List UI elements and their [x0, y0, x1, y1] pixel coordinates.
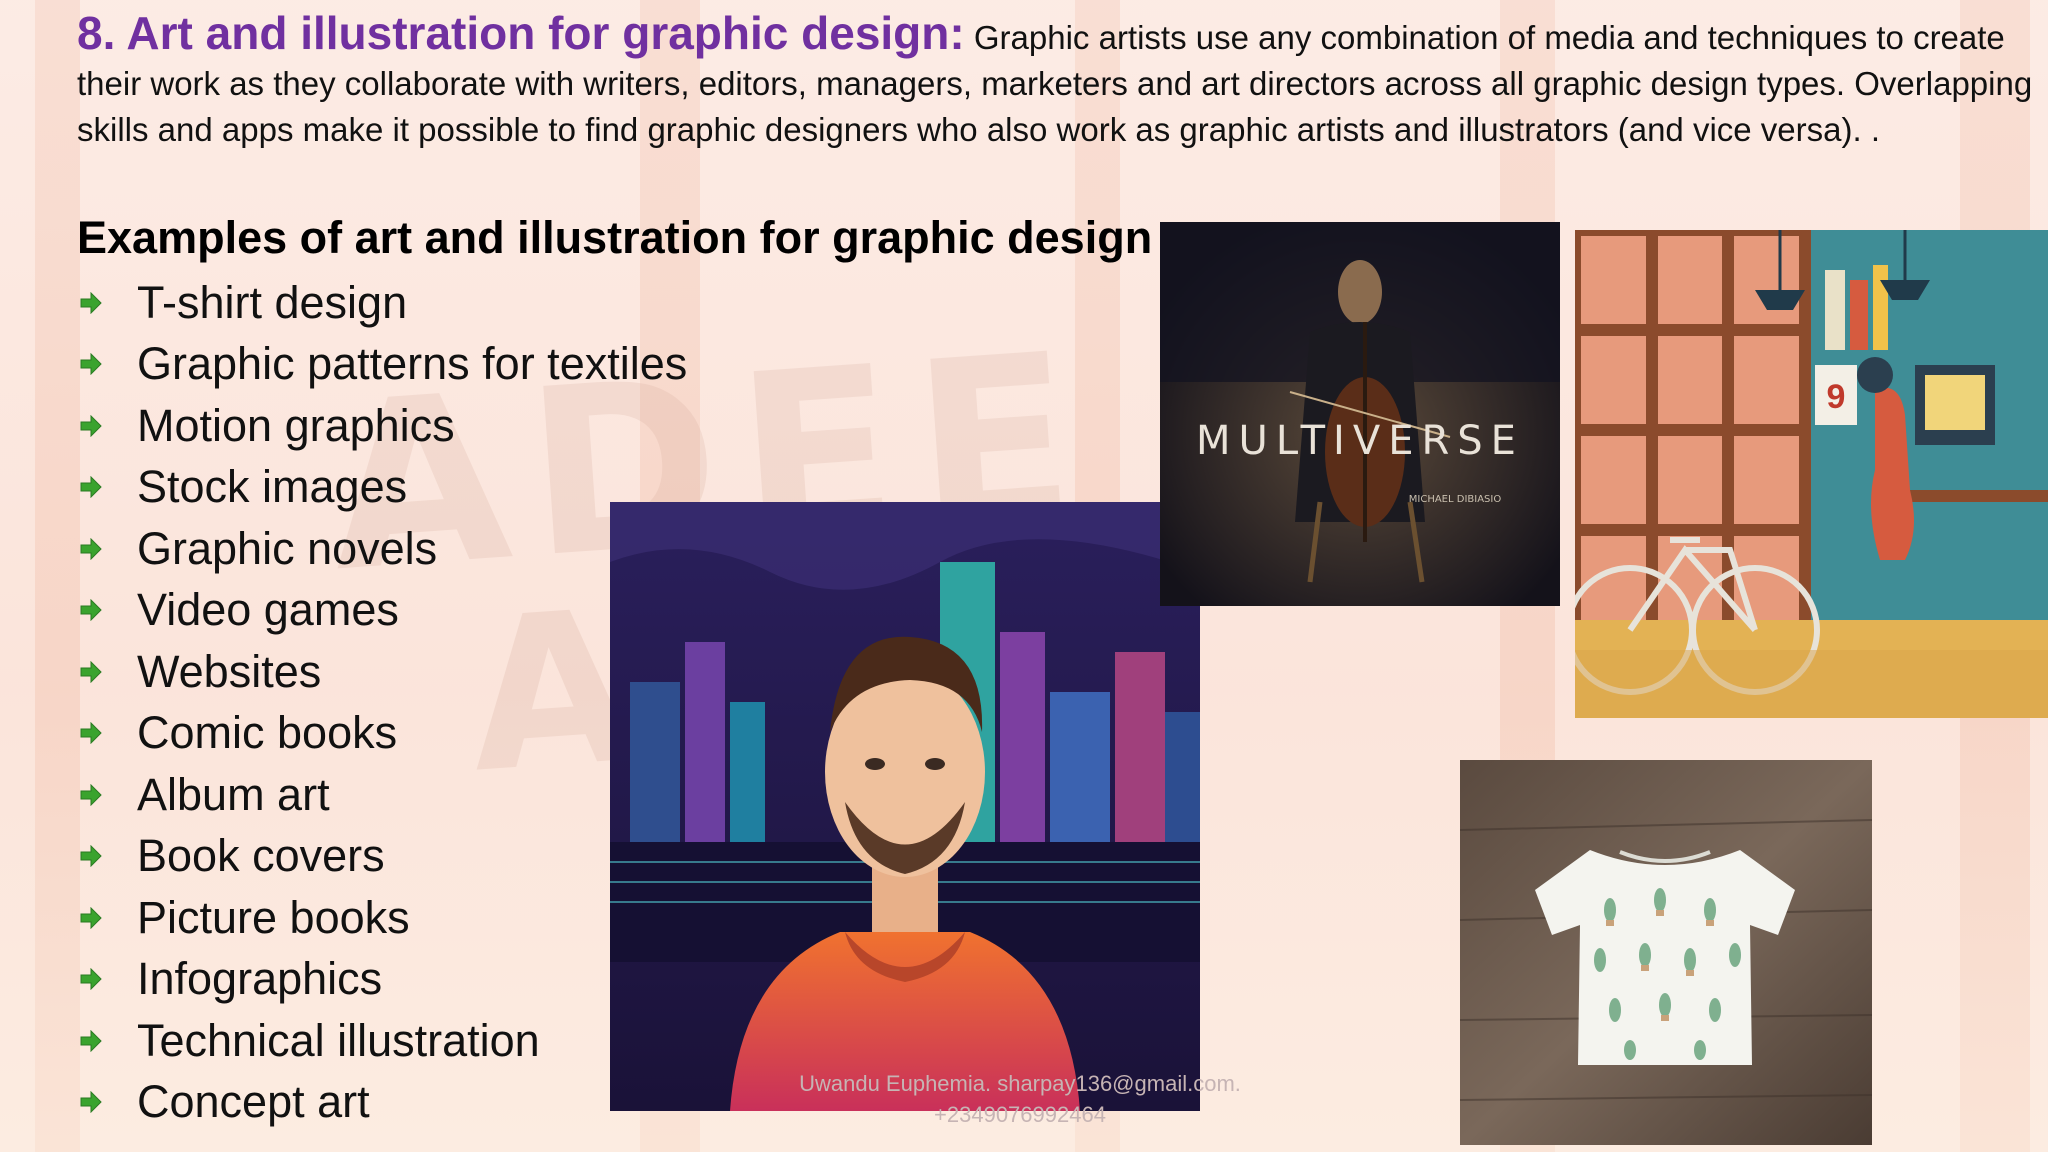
intro-block: 8. Art and illustration for graphic desi…	[77, 10, 2042, 153]
footer-contact: Uwandu Euphemia. sharpay136@gmail.com.	[799, 1071, 1241, 1096]
list-item: Stock images	[80, 457, 687, 519]
green-arrow-icon	[80, 906, 102, 929]
list-item: Graphic patterns for textiles	[80, 334, 687, 396]
green-arrow-icon	[80, 476, 102, 499]
list-item: Comic books	[80, 703, 687, 765]
list-item: Picture books	[80, 887, 687, 949]
multiverse-artist: MICHAEL DIBIASIO	[1409, 494, 1502, 505]
list-item-label: Concept art	[137, 1076, 370, 1128]
green-arrow-icon	[80, 537, 102, 560]
green-arrow-icon	[80, 599, 102, 622]
intro-paragraph: 8. Art and illustration for graphic desi…	[77, 10, 2042, 153]
list-item: T-shirt design	[80, 272, 687, 334]
list-item: Infographics	[80, 949, 687, 1011]
green-arrow-icon	[80, 968, 102, 991]
footer-phone: +2349076992464	[934, 1102, 1106, 1127]
list-item-label: Stock images	[137, 461, 408, 513]
list-item-label: Comic books	[137, 707, 398, 759]
green-arrow-icon	[80, 722, 102, 745]
list-item-label: T-shirt design	[137, 276, 408, 328]
list-item-label: Book covers	[137, 830, 385, 882]
green-arrow-icon	[80, 783, 102, 806]
green-arrow-icon	[80, 845, 102, 868]
bicycle-interior-illustration-image: 9	[1575, 230, 2048, 718]
list-item: Websites	[80, 641, 687, 703]
list-item-label: Album art	[137, 768, 330, 820]
multiverse-cello-image: MULTIVERSE MICHAEL DIBIASIO	[1160, 222, 1560, 606]
slide-heading: 8. Art and illustration for graphic desi…	[77, 7, 965, 59]
list-item-label: Video games	[137, 584, 399, 636]
green-arrow-icon	[80, 660, 102, 683]
calendar-number: 9	[1827, 378, 1846, 416]
green-arrow-icon	[80, 291, 102, 314]
list-item-label: Websites	[137, 645, 322, 697]
list-item: Video games	[80, 580, 687, 642]
list-item: Album art	[80, 764, 687, 826]
list-item-label: Picture books	[137, 891, 410, 943]
list-item: Book covers	[80, 826, 687, 888]
green-arrow-icon	[80, 1029, 102, 1052]
list-item: Motion graphics	[80, 395, 687, 457]
green-arrow-icon	[80, 414, 102, 437]
examples-heading: Examples of art and illustration for gra…	[77, 212, 1153, 263]
list-item: Concept art	[80, 1072, 687, 1134]
multiverse-title: MULTIVERSE	[1196, 418, 1524, 464]
tshirt-mockup-image	[1460, 760, 1872, 1145]
list-item-label: Motion graphics	[137, 399, 455, 451]
green-arrow-icon	[80, 353, 102, 376]
list-item-label: Graphic patterns for textiles	[137, 338, 688, 390]
green-arrow-icon	[80, 1091, 102, 1114]
examples-list: T-shirt design Graphic patterns for texti…	[80, 272, 687, 1133]
list-item-label: Graphic novels	[137, 522, 438, 574]
portrait-illustration-image	[610, 502, 1200, 1111]
list-item: Technical illustration	[80, 1010, 687, 1072]
slide-footer: Uwandu Euphemia. sharpay136@gmail.com. +…	[760, 1068, 1280, 1130]
list-item-label: Infographics	[137, 953, 383, 1005]
list-item-label: Technical illustration	[137, 1014, 540, 1066]
list-item: Graphic novels	[80, 518, 687, 580]
